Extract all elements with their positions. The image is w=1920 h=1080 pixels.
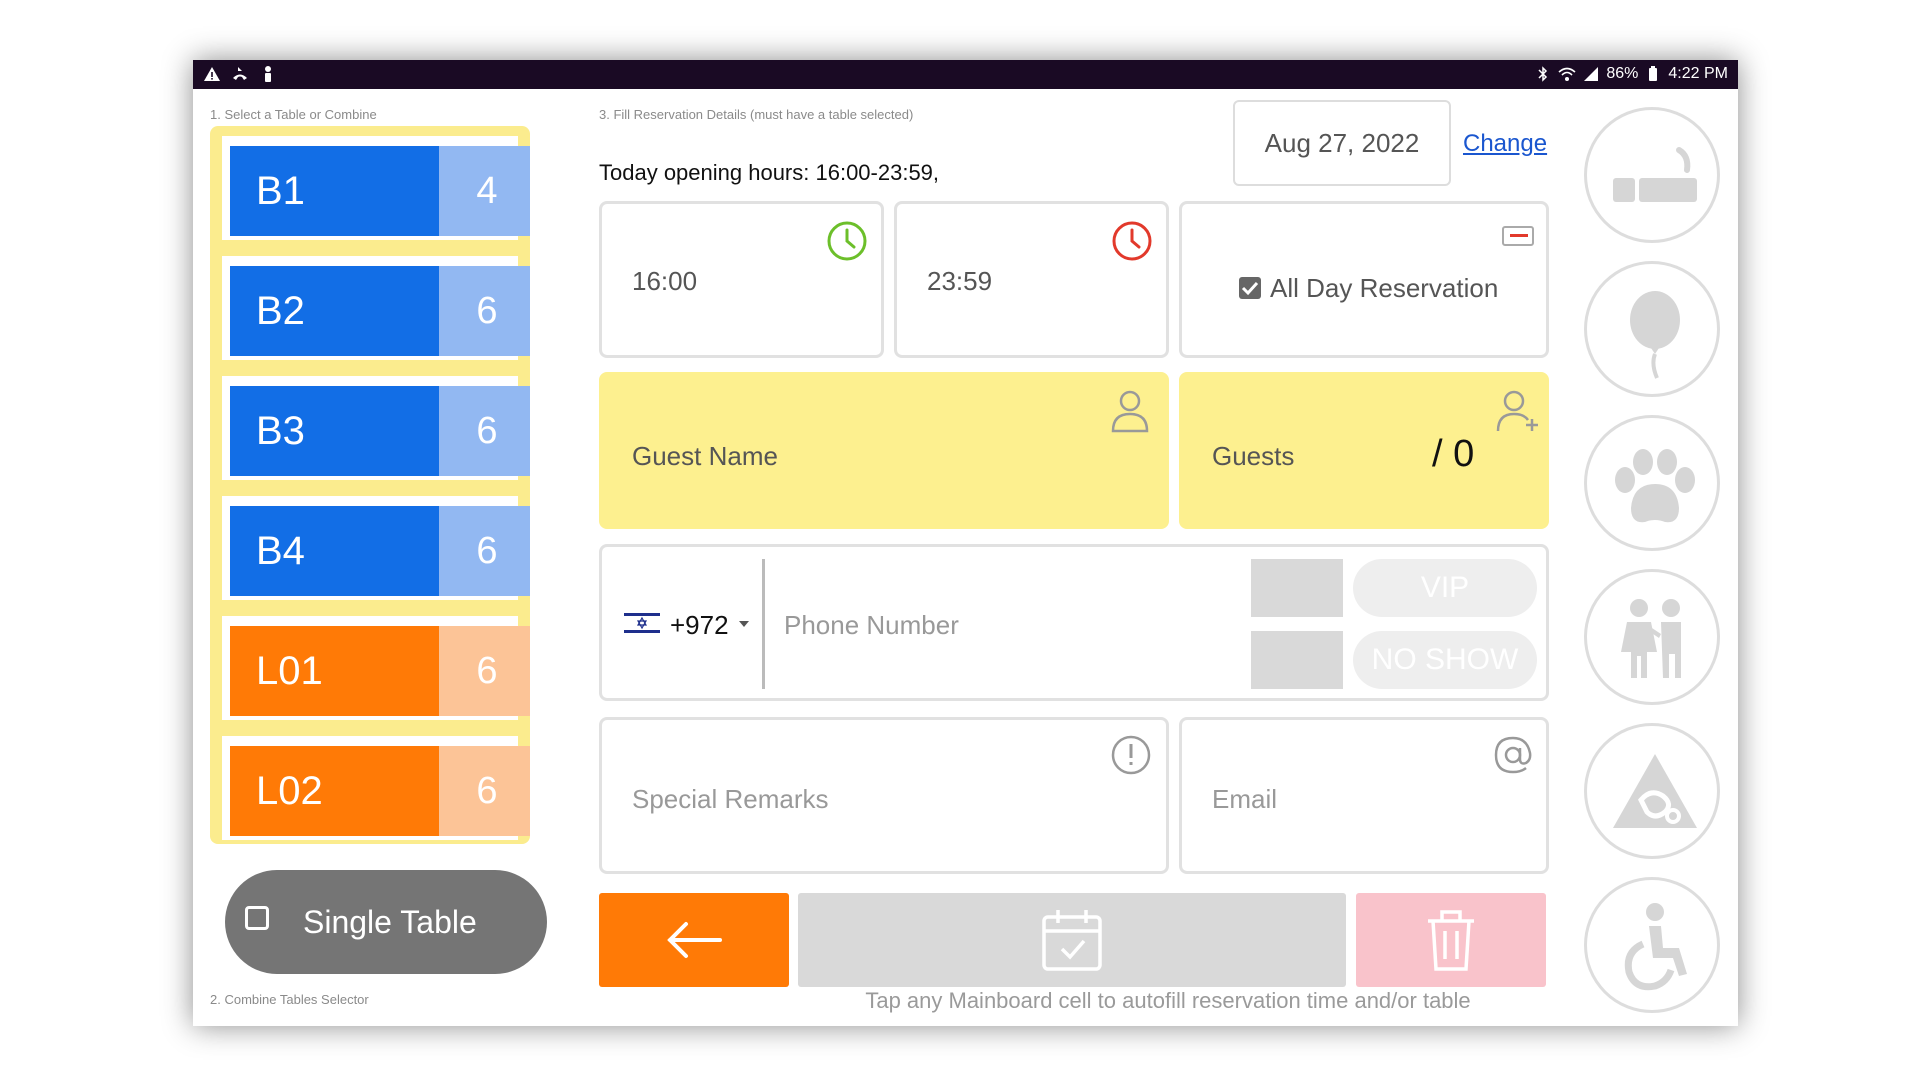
country-code[interactable]: +972: [670, 610, 729, 641]
start-time-value: 16:00: [632, 266, 698, 296]
back-button[interactable]: [599, 893, 789, 987]
all-day-field[interactable]: All Day Reservation: [1179, 201, 1549, 358]
bluetooth-icon: [1538, 66, 1548, 82]
no-show-button[interactable]: NO SHOW: [1353, 631, 1537, 689]
opening-hours: Today opening hours: 16:00-23:59,: [599, 160, 940, 185]
date-display[interactable]: Aug 27, 2022: [1233, 100, 1451, 186]
table-capacity: 6: [439, 386, 530, 476]
clock: 4:22 PM: [1668, 65, 1728, 82]
tap-hint: Tap any Mainboard cell to autofill reser…: [865, 988, 1471, 1013]
delete-button[interactable]: [1356, 893, 1546, 987]
allergy-toggle[interactable]: [1584, 723, 1720, 859]
person-icon: [1111, 390, 1149, 433]
step1-label: 1. Select a Table or Combine: [210, 107, 377, 122]
chevron-down-icon[interactable]: [738, 619, 750, 629]
smoking-toggle[interactable]: [1584, 107, 1720, 243]
table-capacity: 6: [439, 506, 530, 596]
phone-divider: [762, 559, 765, 689]
table-name: B4: [230, 506, 439, 596]
all-day-checkbox-icon[interactable]: [1238, 276, 1262, 300]
phone-field: +972 Phone Number VIP NO SHOW: [599, 544, 1549, 701]
step2-label: 2. Combine Tables Selector: [210, 992, 369, 1007]
balloon-icon: [1630, 291, 1680, 379]
calendar-check-icon: [1042, 910, 1102, 971]
celebration-toggle[interactable]: [1584, 261, 1720, 397]
start-time-field[interactable]: 16:00: [599, 201, 884, 358]
no-show-swatch: [1251, 631, 1343, 689]
table-capacity: 4: [439, 146, 530, 236]
tablet-screen: 86% 4:22 PM 1. Select a Table or Combine…: [193, 60, 1738, 1026]
children-toggle[interactable]: [1584, 569, 1720, 705]
battery-percent: 86%: [1606, 65, 1639, 82]
email-field[interactable]: Email: [1179, 717, 1549, 874]
clock-start-icon: [827, 221, 867, 261]
single-table-checkbox[interactable]: [245, 906, 269, 930]
table-name: B3: [230, 386, 439, 476]
trash-icon: [1428, 910, 1474, 971]
wifi-icon: [1558, 67, 1576, 81]
save-reservation-button[interactable]: [798, 893, 1346, 987]
table-capacity: 6: [439, 266, 530, 356]
table-b4[interactable]: B4 6: [222, 496, 530, 600]
special-remarks-field[interactable]: Special Remarks: [599, 717, 1169, 874]
table-name: B1: [230, 146, 439, 236]
vip-button[interactable]: VIP: [1353, 559, 1537, 617]
all-day-label: All Day Reservation: [1270, 273, 1499, 303]
ticket-icon: [1502, 226, 1534, 246]
guest-name-field[interactable]: Guest Name: [599, 372, 1169, 529]
single-table-label: Single Table: [303, 904, 477, 940]
phone-input[interactable]: Phone Number: [784, 610, 959, 641]
children-icon: [1621, 599, 1681, 678]
allergy-icon: [1613, 754, 1697, 828]
table-b1[interactable]: B1 4: [222, 136, 530, 240]
pets-toggle[interactable]: [1584, 415, 1720, 551]
end-time-value: 23:59: [927, 266, 993, 296]
signal-icon: [1584, 67, 1599, 81]
guests-field[interactable]: Guests / 0: [1179, 372, 1549, 529]
table-capacity: 6: [439, 626, 530, 716]
step3-label: 3. Fill Reservation Details (must have a…: [599, 107, 914, 122]
table-selector: B1 4 B2 6 B3 6 B4 6 L01 6 L02 6: [210, 126, 530, 844]
table-b3[interactable]: B3 6: [222, 376, 530, 480]
guests-count: / 0: [1432, 433, 1475, 475]
paw-icon: [1615, 449, 1695, 523]
smoking-icon: [1613, 147, 1697, 202]
accessibility-toggle[interactable]: [1584, 877, 1720, 1013]
vip-swatch: [1251, 559, 1343, 617]
end-time-field[interactable]: 23:59: [894, 201, 1169, 358]
table-l02[interactable]: L02 6: [222, 736, 530, 840]
clock-end-icon: [1112, 221, 1152, 261]
table-b2[interactable]: B2 6: [222, 256, 530, 360]
guests-label: Guests: [1212, 441, 1295, 471]
exclamation-icon: [1111, 735, 1151, 775]
at-sign-icon: [1494, 736, 1532, 774]
guest-name-placeholder: Guest Name: [632, 441, 778, 471]
warning-icon: [204, 67, 220, 81]
email-placeholder: Email: [1212, 784, 1278, 814]
status-bar: 86% 4:22 PM: [193, 60, 1738, 89]
table-name: L01: [230, 626, 439, 716]
battery-icon: [1649, 66, 1658, 81]
add-person-icon: [1496, 390, 1538, 432]
table-capacity: 6: [439, 746, 530, 836]
wheelchair-icon: [1624, 903, 1687, 991]
table-l01[interactable]: L01 6: [222, 616, 530, 720]
arrow-left-icon: [667, 922, 722, 958]
change-date-link[interactable]: Change: [1463, 130, 1547, 158]
single-table-toggle[interactable]: Single Table: [225, 870, 547, 974]
israel-flag-icon: [624, 611, 660, 635]
call-forward-icon: [233, 67, 247, 80]
figure-icon: [265, 66, 271, 82]
table-name: B2: [230, 266, 439, 356]
remarks-placeholder: Special Remarks: [632, 784, 829, 814]
table-name: L02: [230, 746, 439, 836]
